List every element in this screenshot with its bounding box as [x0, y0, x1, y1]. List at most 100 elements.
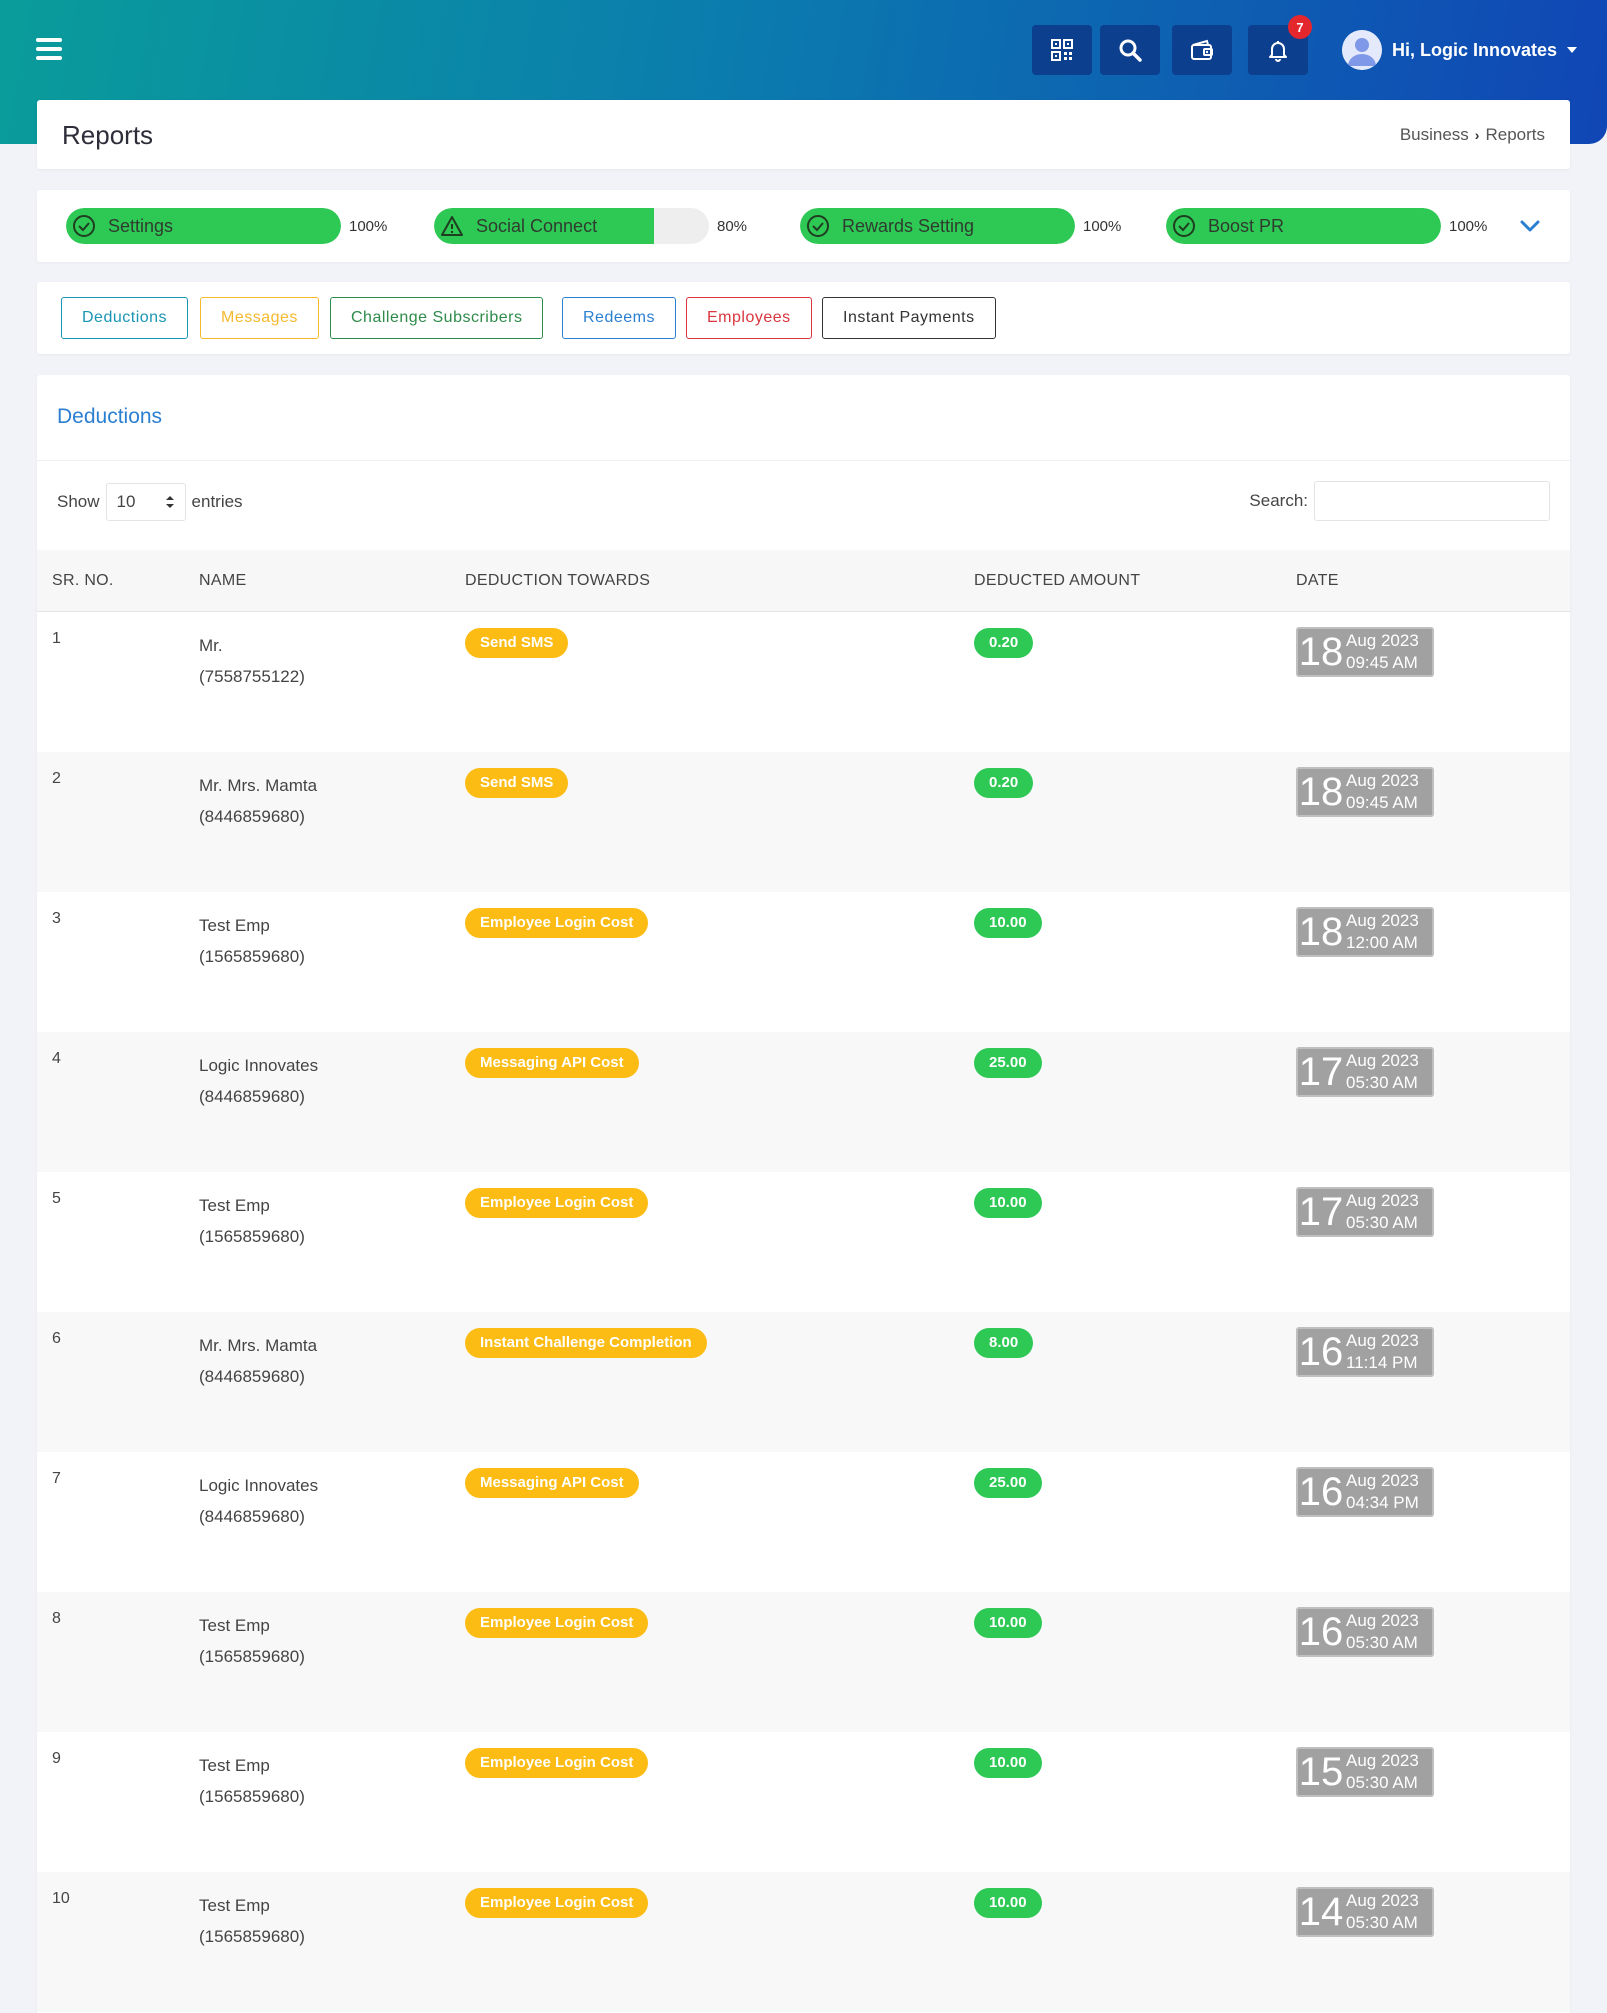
table-row: 6 Mr. Mrs. Mamta (8446859680) Instant Cha…	[37, 1312, 1570, 1452]
table-row: 1 Mr. (7558755122) Send SMS 0.20 18 Aug 20…	[37, 612, 1570, 752]
tab-deductions[interactable]: Deductions	[61, 297, 189, 339]
progress-label: Settings	[108, 216, 174, 236]
progress-percent: 80%	[717, 217, 748, 235]
wallet-button[interactable]	[1172, 25, 1232, 75]
date-day: 16	[1298, 1330, 1344, 1374]
sr-no: 5	[52, 1190, 61, 1207]
check-circle-icon	[73, 215, 95, 237]
progress-track: Boost PR	[1166, 208, 1441, 244]
progress-percent: 100%	[349, 217, 388, 235]
amount-badge: 25.00	[974, 1048, 1042, 1078]
phone: (1565859680)	[199, 947, 305, 966]
column-header-name[interactable]: NAME	[199, 550, 246, 612]
employee-name: Test Emp (1565859680)	[199, 1890, 305, 1952]
amount-badge: 10.00	[974, 1888, 1042, 1918]
date-month-year: Aug 2023	[1346, 1051, 1419, 1070]
search-input[interactable]	[1314, 481, 1550, 521]
phone: (1565859680)	[199, 1647, 305, 1666]
entries-label: entries	[191, 492, 243, 511]
name: Test Emp	[199, 916, 270, 935]
entries-select[interactable]: 10	[105, 483, 186, 521]
tab-employees[interactable]: Employees	[686, 297, 812, 339]
sr-no: 9	[52, 1750, 61, 1767]
date-day: 16	[1298, 1610, 1344, 1654]
column-header-deducted-amount[interactable]: DEDUCTED AMOUNT	[974, 550, 1140, 612]
date-month-year: Aug 2023	[1346, 771, 1419, 790]
user-greeting: Hi, Logic Innovates	[1392, 39, 1558, 60]
date-day: 18	[1298, 770, 1344, 814]
phone: (1565859680)	[199, 1927, 305, 1946]
amount-badge: 25.00	[974, 1468, 1042, 1498]
amount-badge: 10.00	[974, 908, 1042, 938]
table-row: 2 Mr. Mrs. Mamta (8446859680) Send SMS 0.…	[37, 752, 1570, 892]
tab-messages[interactable]: Messages	[200, 297, 319, 339]
progress-percent: 100%	[1449, 217, 1488, 235]
search-label: Search:	[1249, 491, 1308, 510]
page-header: Reports Business › Reports	[37, 100, 1570, 169]
qr-code-button[interactable]	[1032, 25, 1092, 75]
chevron-down-icon	[1567, 47, 1578, 53]
date-badge: 18 Aug 2023 09:45 AM	[1296, 767, 1434, 817]
employee-name: Mr. Mrs. Mamta (8446859680)	[199, 1330, 317, 1392]
date-time: 05:30 AM	[1346, 1073, 1418, 1092]
sr-no: 8	[52, 1610, 61, 1627]
menu-icon[interactable]	[36, 38, 62, 60]
setup-progress: Settings 100% Social Connect 80% Rewards…	[37, 190, 1570, 262]
tab-redeems[interactable]: Redeems	[562, 297, 676, 339]
breadcrumb: Business › Reports	[1400, 125, 1545, 145]
user-menu[interactable]: Hi, Logic Innovates	[1342, 30, 1578, 70]
divider	[37, 460, 1570, 461]
name: Test Emp	[199, 1756, 270, 1775]
tab-instant-payments[interactable]: Instant Payments	[822, 297, 996, 339]
deduction-towards-badge: Employee Login Cost	[465, 1748, 649, 1778]
phone: (8446859680)	[199, 1507, 305, 1526]
search-button[interactable]	[1100, 25, 1160, 75]
sr-no: 2	[52, 770, 61, 787]
sr-no: 1	[52, 630, 61, 647]
sr-no: 4	[52, 1050, 61, 1067]
chevron-down-icon[interactable]	[1518, 214, 1542, 238]
employee-name: Test Emp (1565859680)	[199, 1190, 305, 1252]
progress-settings[interactable]: Settings 100%	[66, 208, 387, 244]
breadcrumb-business[interactable]: Business	[1400, 125, 1469, 145]
amount-badge: 10.00	[974, 1188, 1042, 1218]
date-day: 17	[1298, 1050, 1344, 1094]
wallet-icon	[1191, 39, 1213, 60]
deduction-towards-badge: Messaging API Cost	[465, 1468, 639, 1498]
date-time: 05:30 AM	[1346, 1773, 1418, 1792]
check-circle-icon	[807, 215, 829, 237]
progress-track: Settings	[66, 208, 341, 244]
table-row: 7 Logic Innovates (8446859680) Messaging …	[37, 1452, 1570, 1592]
sr-no: 6	[52, 1330, 61, 1347]
column-header-date[interactable]: DATE	[1296, 550, 1339, 612]
progress-label: Social Connect	[476, 216, 598, 236]
date-month-year: Aug 2023	[1346, 1191, 1419, 1210]
breadcrumb-reports: Reports	[1485, 125, 1545, 144]
name: Test Emp	[199, 1896, 270, 1915]
progress-label: Rewards Setting	[842, 216, 975, 236]
column-header-sr-no[interactable]: SR. NO.	[52, 550, 114, 612]
tab-challenge-subscribers[interactable]: Challenge Subscribers	[330, 297, 544, 339]
date-day: 15	[1298, 1750, 1344, 1794]
notifications-button[interactable]: 7	[1248, 15, 1312, 75]
date-time: 04:34 PM	[1346, 1493, 1419, 1512]
date-day: 14	[1298, 1890, 1344, 1934]
employee-name: Logic Innovates (8446859680)	[199, 1050, 318, 1112]
table-row: 4 Logic Innovates (8446859680) Messaging …	[37, 1032, 1570, 1172]
progress-social-connect[interactable]: Social Connect 80%	[434, 208, 747, 244]
name: Test Emp	[199, 1616, 270, 1635]
notification-count-badge: 7	[1288, 15, 1312, 39]
employee-name: Test Emp (1565859680)	[199, 1610, 305, 1672]
date-time: 05:30 AM	[1346, 1213, 1418, 1232]
table-row: 5 Test Emp (1565859680) Employee Login Co…	[37, 1172, 1570, 1312]
date-time: 05:30 AM	[1346, 1633, 1418, 1652]
progress-boost-pr[interactable]: Boost PR 100%	[1166, 208, 1487, 244]
date-time: 12:00 AM	[1346, 933, 1418, 952]
name: Logic Innovates	[199, 1056, 319, 1075]
report-tabs: Deductions Messages Challenge Subscriber…	[37, 282, 1570, 354]
phone: (8446859680)	[199, 807, 305, 826]
deduction-towards-badge: Send SMS	[465, 628, 569, 658]
progress-rewards-setting[interactable]: Rewards Setting 100%	[800, 208, 1121, 244]
phone: (1565859680)	[199, 1227, 305, 1246]
column-header-deduction-towards[interactable]: DEDUCTION TOWARDS	[465, 550, 650, 612]
